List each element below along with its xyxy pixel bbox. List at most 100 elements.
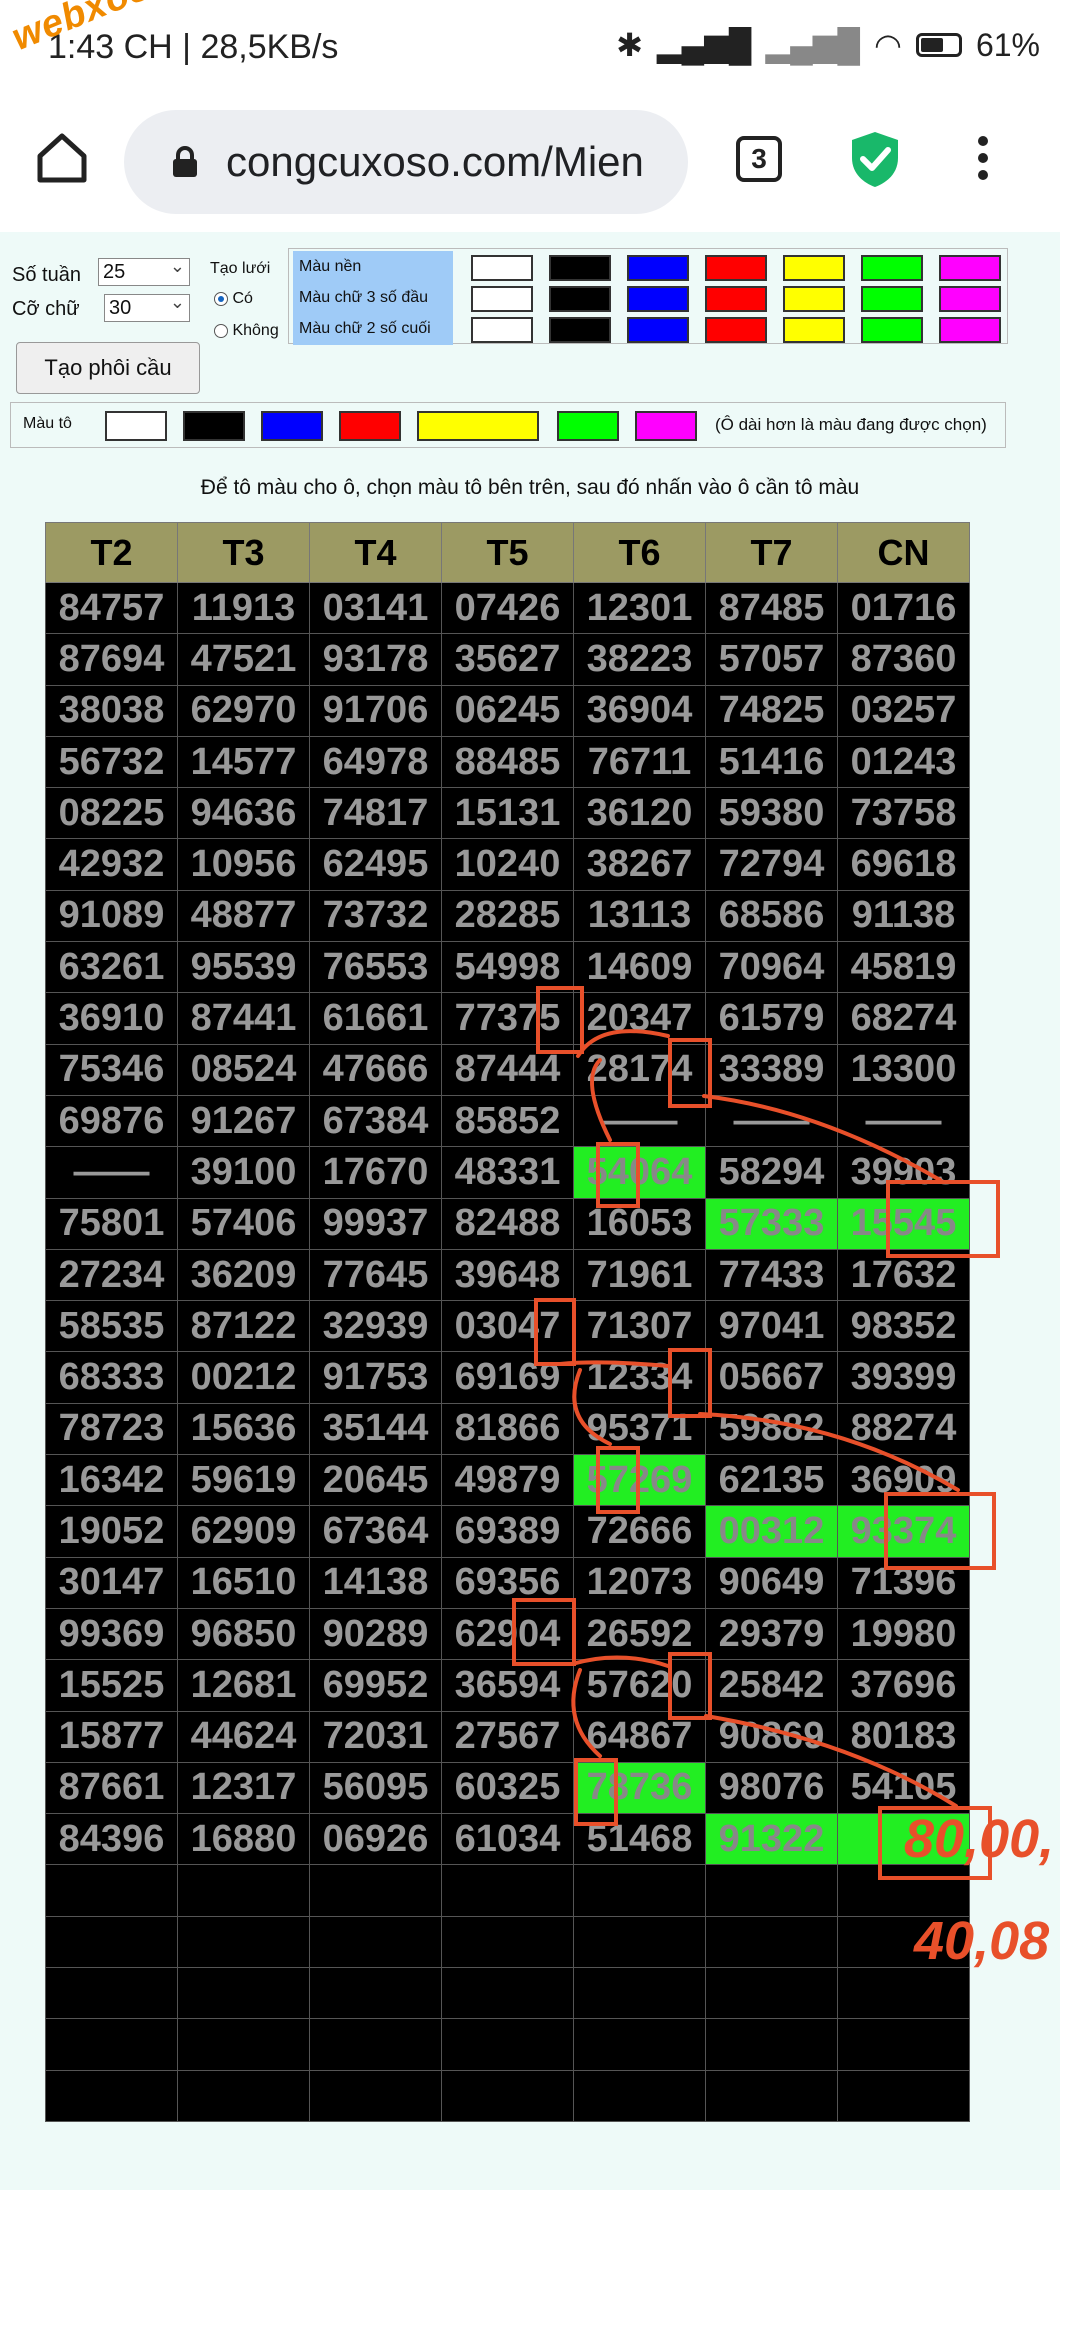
table-cell[interactable]: 62904 <box>441 1607 574 1661</box>
table-cell[interactable]: 12317 <box>177 1761 310 1815</box>
table-cell[interactable]: 57057 <box>705 633 838 686</box>
color-swatch[interactable] <box>471 255 533 281</box>
table-cell[interactable]: 68586 <box>705 889 838 943</box>
table-cell[interactable] <box>309 1915 442 1969</box>
table-cell[interactable]: 61661 <box>309 992 442 1045</box>
table-cell[interactable]: 62909 <box>177 1505 310 1558</box>
table-cell[interactable]: 93374 <box>837 1505 970 1558</box>
table-cell[interactable]: 88485 <box>441 735 574 789</box>
table-cell[interactable]: 87122 <box>177 1300 310 1353</box>
table-cell[interactable] <box>441 1864 574 1917</box>
paint-swatch[interactable] <box>339 411 401 441</box>
table-cell[interactable]: 01243 <box>837 735 970 789</box>
co-chu-select[interactable]: 30 <box>104 289 190 322</box>
table-cell[interactable] <box>177 1967 310 2020</box>
table-cell[interactable]: 54064 <box>573 1146 706 1199</box>
table-cell[interactable]: 39399 <box>837 1351 970 1404</box>
table-cell[interactable] <box>573 2018 706 2071</box>
paint-swatch[interactable] <box>557 411 619 441</box>
table-cell[interactable] <box>309 1864 442 1917</box>
table-cell[interactable]: 15636 <box>177 1402 310 1456</box>
table-cell[interactable]: 25842 <box>705 1659 838 1712</box>
color-swatch[interactable] <box>705 255 767 281</box>
table-cell[interactable]: 20645 <box>309 1454 442 1507</box>
table-cell[interactable]: 38267 <box>573 838 706 891</box>
radio-yes[interactable] <box>214 291 228 306</box>
table-cell[interactable]: 12301 <box>573 581 706 635</box>
table-cell[interactable]: 13300 <box>837 1043 970 1096</box>
table-cell[interactable]: 58535 <box>45 1300 178 1353</box>
address-bar[interactable]: congcuxoso.com/Mien <box>124 110 688 214</box>
table-cell[interactable]: 14138 <box>309 1556 442 1609</box>
table-cell[interactable]: 07426 <box>441 581 574 635</box>
table-cell[interactable] <box>441 2069 574 2122</box>
table-cell[interactable]: 74825 <box>705 684 838 737</box>
table-cell[interactable]: 29379 <box>705 1607 838 1661</box>
table-cell[interactable]: 62970 <box>177 684 310 737</box>
color-swatch[interactable] <box>471 317 533 343</box>
table-cell[interactable]: 87694 <box>45 633 178 686</box>
table-cell[interactable]: 56095 <box>309 1761 442 1815</box>
table-cell[interactable]: 62135 <box>705 1454 838 1507</box>
table-cell[interactable]: 36209 <box>177 1248 310 1302</box>
table-cell[interactable]: 36909 <box>837 1454 970 1507</box>
table-cell[interactable]: 19980 <box>837 1607 970 1661</box>
table-cell[interactable]: 90869 <box>705 1710 838 1763</box>
paint-swatch[interactable] <box>183 411 245 441</box>
table-cell[interactable]: 95371 <box>573 1402 706 1456</box>
table-cell[interactable]: 11913 <box>177 581 310 635</box>
table-cell[interactable] <box>573 1864 706 1917</box>
table-cell[interactable]: 57620 <box>573 1659 706 1712</box>
table-cell[interactable]: 19052 <box>45 1505 178 1558</box>
table-cell[interactable]: 87485 <box>705 581 838 635</box>
table-cell[interactable]: 57269 <box>573 1454 706 1507</box>
table-cell[interactable]: 82488 <box>441 1197 574 1250</box>
table-cell[interactable]: 91089 <box>45 889 178 943</box>
table-cell[interactable]: 78736 <box>573 1761 706 1815</box>
table-cell[interactable]: 51468 <box>573 1813 706 1866</box>
table-cell[interactable] <box>837 2069 970 2122</box>
table-cell[interactable] <box>705 2018 838 2071</box>
table-cell[interactable]: 30147 <box>45 1556 178 1609</box>
table-cell[interactable]: 16880 <box>177 1813 310 1866</box>
table-cell[interactable]: 77433 <box>705 1248 838 1302</box>
table-cell[interactable]: 78723 <box>45 1402 178 1456</box>
table-cell[interactable]: 69356 <box>441 1556 574 1609</box>
table-cell[interactable]: 32939 <box>309 1300 442 1353</box>
table-cell[interactable]: 90649 <box>705 1556 838 1609</box>
table-cell[interactable]: 37696 <box>837 1659 970 1712</box>
table-cell[interactable] <box>573 1915 706 1969</box>
table-cell[interactable]: 60325 <box>441 1761 574 1815</box>
table-cell[interactable]: 48877 <box>177 889 310 943</box>
table-cell[interactable] <box>177 2018 310 2071</box>
table-cell[interactable]: 54998 <box>441 941 574 994</box>
table-cell[interactable]: 69169 <box>441 1351 574 1404</box>
table-cell[interactable]: 75801 <box>45 1197 178 1250</box>
color-swatch[interactable] <box>861 255 923 281</box>
table-cell[interactable]: 56732 <box>45 735 178 789</box>
table-cell[interactable]: 91753 <box>309 1351 442 1404</box>
table-cell[interactable]: 93178 <box>309 633 442 686</box>
table-cell[interactable]: 10956 <box>177 838 310 891</box>
table-cell[interactable]: 76553 <box>309 941 442 994</box>
color-swatch[interactable] <box>783 255 845 281</box>
table-cell[interactable]: 14609 <box>573 941 706 994</box>
table-cell[interactable]: 99937 <box>309 1197 442 1250</box>
table-cell[interactable]: 01716 <box>837 581 970 635</box>
table-cell[interactable]: 91138 <box>837 889 970 943</box>
table-cell[interactable]: 36120 <box>573 787 706 840</box>
table-cell[interactable]: 39648 <box>441 1248 574 1302</box>
paint-swatch[interactable] <box>261 411 323 441</box>
table-cell[interactable]: 14577 <box>177 735 310 789</box>
table-cell[interactable]: 84396 <box>45 1813 178 1866</box>
color-swatch[interactable] <box>939 255 1001 281</box>
table-cell[interactable]: 49879 <box>441 1454 574 1507</box>
table-cell[interactable]: —— <box>837 1094 970 1148</box>
table-cell[interactable]: 61034 <box>441 1813 574 1866</box>
table-cell[interactable] <box>177 1864 310 1917</box>
color-swatch[interactable] <box>939 286 1001 312</box>
table-cell[interactable] <box>309 1967 442 2020</box>
table-cell[interactable]: 99369 <box>45 1607 178 1661</box>
table-cell[interactable] <box>45 2018 178 2071</box>
table-cell[interactable]: 15525 <box>45 1659 178 1712</box>
